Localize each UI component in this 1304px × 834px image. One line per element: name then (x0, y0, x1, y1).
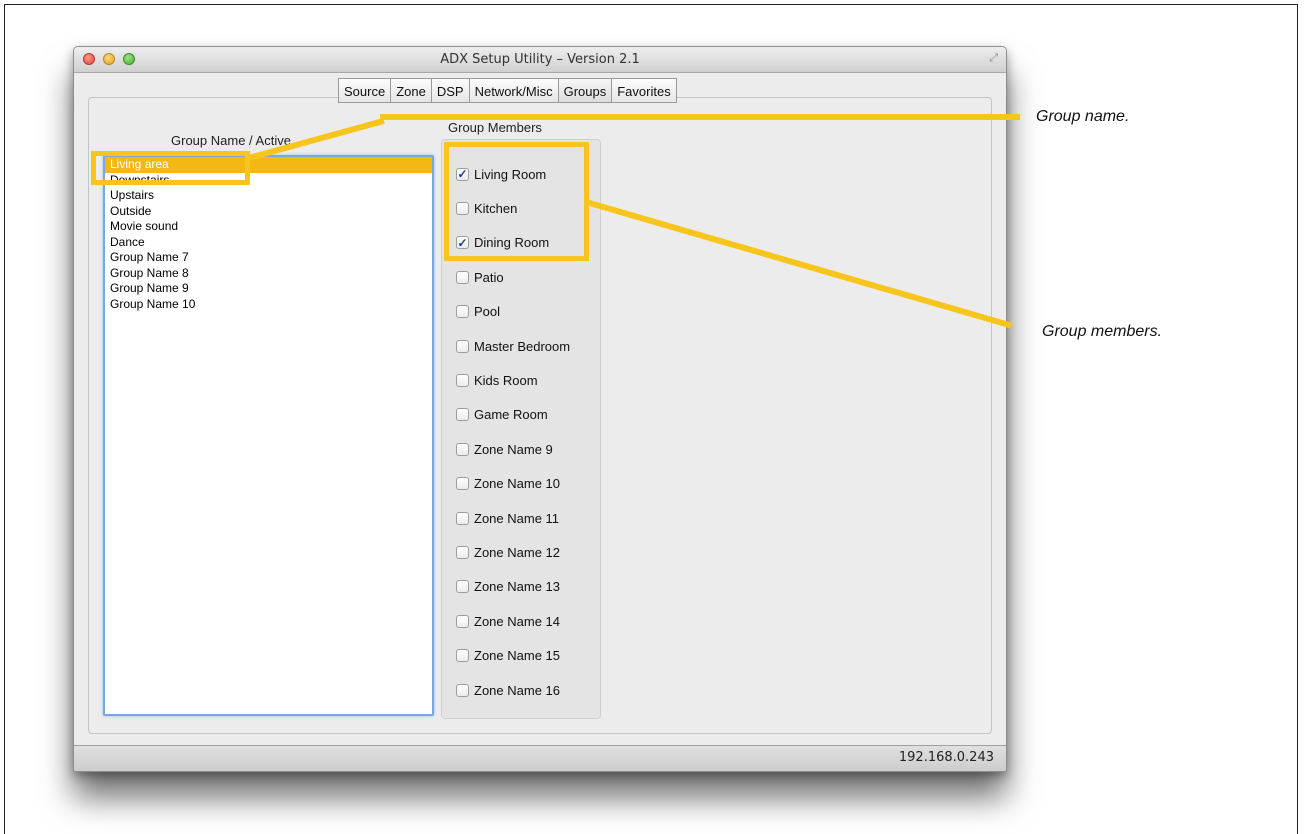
member-label: Zone Name 14 (474, 613, 560, 629)
checkbox-unchecked[interactable] (456, 339, 469, 353)
checkbox-unchecked[interactable] (456, 442, 469, 456)
member-checkbox-row[interactable]: Game Room (456, 406, 548, 424)
checkbox-unchecked[interactable] (456, 305, 469, 319)
member-checkbox-row[interactable]: Zone Name 13 (456, 578, 560, 596)
group-list-item[interactable]: Group Name 10 (105, 297, 432, 313)
group-members-highlight (444, 142, 589, 261)
group-name-header: Group Name / Active (171, 133, 291, 148)
member-label: Kids Room (474, 372, 538, 388)
member-checkbox-row[interactable]: Zone Name 14 (456, 612, 560, 630)
window-title: ADX Setup Utility – Version 2.1 (440, 52, 640, 67)
checkbox-unchecked[interactable] (456, 408, 469, 422)
member-label: Zone Name 16 (474, 682, 560, 698)
member-label: Zone Name 12 (474, 544, 560, 560)
checkbox-unchecked[interactable] (456, 614, 469, 628)
member-label: Pool (474, 304, 501, 320)
group-members-label: Group members. (1042, 323, 1163, 340)
checkbox-unchecked[interactable] (456, 580, 469, 594)
group-list-item[interactable]: Group Name 8 (105, 266, 432, 282)
member-label: Zone Name 11 (474, 510, 560, 526)
title-bar[interactable]: ADX Setup Utility – Version 2.1 ⤢ (74, 47, 1006, 73)
checkbox-unchecked[interactable] (456, 545, 469, 559)
checkbox-unchecked[interactable] (456, 373, 469, 387)
member-checkbox-row[interactable]: Zone Name 15 (456, 647, 560, 665)
fullscreen-icon[interactable]: ⤢ (989, 52, 998, 65)
member-label: Patio (474, 269, 504, 285)
member-checkbox-row[interactable]: Zone Name 11 (456, 509, 559, 527)
member-label: Zone Name 13 (474, 579, 560, 595)
ip-address: 192.168.0.243 (898, 750, 994, 765)
group-name-highlight (91, 151, 250, 185)
status-bar: 192.168.0.243 (74, 745, 1006, 771)
tab-source[interactable]: Source (338, 78, 392, 103)
member-label: Game Room (474, 407, 548, 423)
checkbox-unchecked[interactable] (456, 270, 469, 284)
member-label: Zone Name 10 (474, 476, 560, 492)
group-list-item[interactable]: Group Name 7 (105, 250, 432, 266)
member-checkbox-row[interactable]: Master Bedroom (456, 337, 570, 355)
checkbox-unchecked[interactable] (456, 511, 469, 525)
tab-dsp[interactable]: DSP (431, 78, 470, 103)
group-list-item[interactable]: Outside (105, 204, 432, 220)
group-list-item[interactable]: Movie sound (105, 219, 432, 235)
checkbox-unchecked[interactable] (456, 477, 469, 491)
checkbox-unchecked[interactable] (456, 649, 469, 663)
group-list-item[interactable]: Dance (105, 235, 432, 251)
member-checkbox-row[interactable]: Kids Room (456, 371, 538, 389)
group-name-callout-line (380, 114, 1020, 120)
tab-groups[interactable]: Groups (558, 78, 613, 103)
group-list-item[interactable]: Upstairs (105, 188, 432, 204)
checkbox-unchecked[interactable] (456, 683, 469, 697)
tab-favorites[interactable]: Favorites (612, 78, 677, 103)
member-checkbox-row[interactable]: Pool (456, 303, 500, 321)
group-list-item[interactable]: Group Name 9 (105, 281, 432, 297)
member-label: Master Bedroom (474, 338, 571, 354)
tab-bar: Source Zone DSP Network/Misc Groups Favorites (338, 78, 677, 103)
member-checkbox-row[interactable]: Zone Name 9 (456, 440, 553, 458)
member-checkbox-row[interactable]: Patio (456, 268, 504, 286)
member-checkbox-row[interactable]: Zone Name 16 (456, 681, 560, 699)
tab-zone[interactable]: Zone (391, 78, 432, 103)
group-name-label: Group name. (1036, 108, 1130, 125)
group-list[interactable]: Living area Downstairs Upstairs Outside Movi… (103, 155, 434, 716)
member-label: Zone Name 15 (474, 648, 560, 664)
tab-network-misc[interactable]: Network/Misc (469, 78, 559, 103)
member-checkbox-row[interactable]: Zone Name 10 (456, 475, 560, 493)
member-label: Zone Name 9 (474, 441, 553, 457)
group-members-header: Group Members (448, 120, 542, 135)
member-checkbox-row[interactable]: Zone Name 12 (456, 543, 560, 561)
